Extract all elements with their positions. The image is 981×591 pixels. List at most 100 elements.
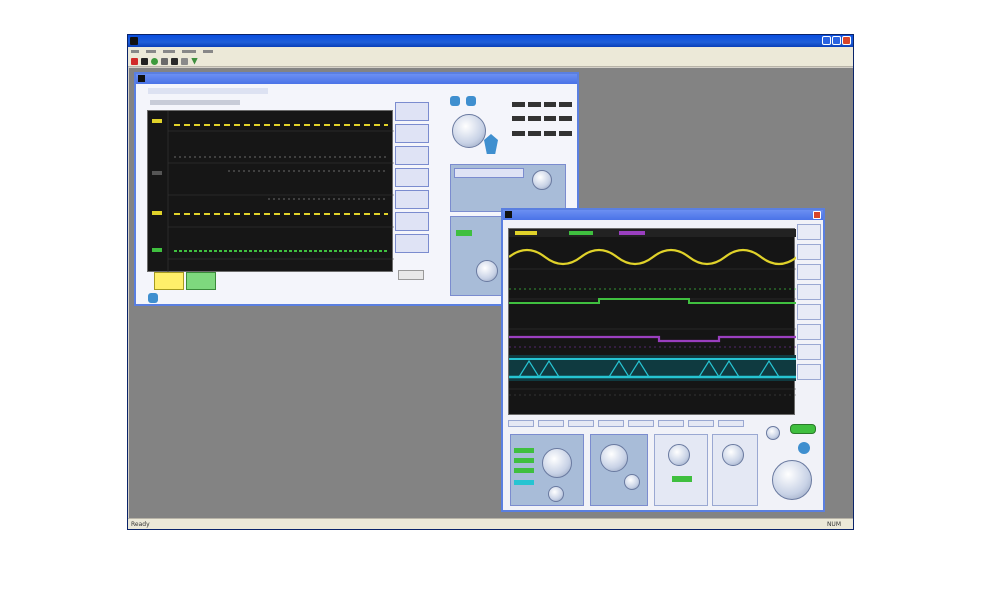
softkey-3[interactable]: [395, 146, 429, 165]
menu-tab-3[interactable]: [568, 420, 594, 427]
menu-tab-5[interactable]: [628, 420, 654, 427]
window-1-titlebar[interactable]: [136, 74, 577, 84]
status-indicator: NUM: [826, 521, 841, 528]
close-icon[interactable]: [813, 211, 821, 219]
window-2-side-controls: [797, 224, 821, 418]
delay-knob-icon[interactable]: [624, 474, 640, 490]
waveform-display-2[interactable]: [508, 228, 798, 415]
app-titlebar[interactable]: [128, 35, 853, 47]
menu-item-3[interactable]: [163, 50, 175, 53]
filter-icon[interactable]: [191, 57, 198, 65]
trace-cyan-2: [509, 355, 796, 381]
menu-tab-4[interactable]: [598, 420, 624, 427]
menu-tab-1[interactable]: [508, 420, 534, 427]
position-knob-icon[interactable]: [548, 486, 564, 502]
menu-item-2[interactable]: [146, 50, 156, 53]
key[interactable]: [543, 102, 557, 107]
softkey-5[interactable]: [395, 190, 429, 209]
desktop: Ready NUM: [0, 0, 981, 591]
side-control-1[interactable]: [797, 224, 821, 240]
instrument-window-2: [501, 208, 825, 512]
softkey-4[interactable]: [395, 168, 429, 187]
trigger-knob-icon[interactable]: [532, 170, 552, 190]
menu-tab-2[interactable]: [538, 420, 564, 427]
status-bar: Ready NUM: [128, 518, 853, 529]
run-icon[interactable]: [151, 57, 158, 65]
trigger-tabs[interactable]: [454, 168, 524, 178]
ch-button-1[interactable]: [514, 448, 534, 453]
menu-item-5[interactable]: [203, 50, 213, 53]
key[interactable]: [512, 116, 525, 122]
status-text: Ready: [131, 521, 150, 528]
side-control-2[interactable]: [797, 244, 821, 260]
stop-icon[interactable]: [131, 57, 138, 65]
horizontal-knob-icon[interactable]: [476, 260, 498, 282]
key[interactable]: [512, 130, 525, 136]
tool-icon[interactable]: [181, 57, 188, 65]
ch-button-2[interactable]: [514, 458, 534, 463]
softkey-7[interactable]: [395, 234, 429, 253]
arrows-icon[interactable]: [484, 134, 498, 154]
softkey-6[interactable]: [395, 212, 429, 231]
key[interactable]: [543, 116, 557, 122]
run-stop-button[interactable]: [790, 424, 816, 434]
window-1-footer-button[interactable]: [398, 270, 424, 280]
menu-tab-8[interactable]: [718, 420, 744, 427]
ch-select-button[interactable]: [456, 230, 472, 236]
help-icon[interactable]: [148, 293, 158, 303]
knob-icon[interactable]: [452, 114, 486, 148]
key[interactable]: [543, 130, 557, 136]
close-icon[interactable]: [842, 36, 851, 45]
side-control-8[interactable]: [797, 364, 821, 380]
channel-2-readout[interactable]: [186, 272, 216, 290]
waveform-display-1[interactable]: [147, 110, 394, 273]
softkey-2[interactable]: [395, 124, 429, 143]
side-control-5[interactable]: [797, 304, 821, 320]
key[interactable]: [512, 102, 525, 107]
record-icon[interactable]: [141, 57, 148, 65]
key[interactable]: [527, 130, 541, 136]
side-control-3[interactable]: [797, 264, 821, 280]
settings-icon[interactable]: [161, 57, 168, 65]
softkey-1[interactable]: [395, 102, 429, 121]
channel-knob-icon[interactable]: [542, 448, 572, 478]
key[interactable]: [527, 102, 541, 107]
key[interactable]: [559, 116, 572, 122]
capture-icon[interactable]: [171, 57, 178, 65]
trigger-level-knob-icon[interactable]: [668, 444, 690, 466]
maximize-icon[interactable]: [832, 36, 841, 45]
trigger-button[interactable]: [672, 476, 692, 482]
menu-tab-7[interactable]: [688, 420, 714, 427]
minimize-icon[interactable]: [822, 36, 831, 45]
window-icon: [505, 211, 512, 218]
window-1-softkeys: [395, 102, 429, 282]
small-knob-icon[interactable]: [766, 426, 780, 440]
ch-button-3[interactable]: [514, 468, 534, 473]
key[interactable]: [559, 102, 572, 107]
nav-icon-3[interactable]: [798, 442, 810, 454]
side-control-7[interactable]: [797, 344, 821, 360]
window-icon: [138, 75, 145, 82]
menu-bar: [128, 47, 853, 56]
key[interactable]: [559, 130, 572, 136]
menu-item-1[interactable]: [131, 50, 139, 53]
window-1-header: [150, 100, 240, 105]
window-1-info-bar: [148, 88, 268, 94]
window-2-titlebar[interactable]: [503, 210, 823, 220]
key[interactable]: [527, 116, 541, 122]
measure-knob-icon[interactable]: [722, 444, 744, 466]
trace-yellow-2: [508, 248, 798, 266]
side-control-4[interactable]: [797, 284, 821, 300]
channel-1-readout[interactable]: [154, 272, 184, 290]
menu-tab-6[interactable]: [658, 420, 684, 427]
waveform-canvas-2: [508, 229, 798, 396]
nav-icon-2[interactable]: [466, 96, 476, 106]
ch-button-4[interactable]: [514, 480, 534, 485]
trace-yellow-1: [174, 124, 388, 215]
side-control-6[interactable]: [797, 324, 821, 340]
window-2-control-panel: [508, 418, 818, 510]
large-dial-icon[interactable]: [772, 460, 812, 500]
timebase-knob-icon[interactable]: [600, 444, 628, 472]
menu-item-4[interactable]: [182, 50, 196, 53]
nav-icon-1[interactable]: [450, 96, 460, 106]
